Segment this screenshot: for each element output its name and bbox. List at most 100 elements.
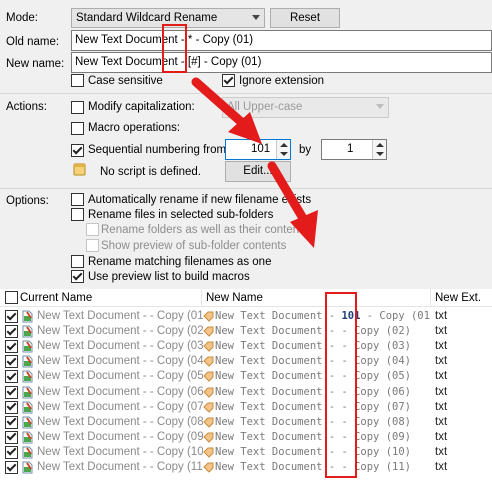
new-ext-cell: txt <box>435 400 448 413</box>
table-row[interactable]: New Text Document - - Copy (09).txt New T… <box>0 430 492 445</box>
table-row[interactable]: New Text Document - - Copy (10).txt New T… <box>0 445 492 460</box>
new-name-prefix: New Text Document - <box>215 445 342 458</box>
row-checkbox[interactable] <box>5 400 18 414</box>
row-checkbox[interactable] <box>5 445 18 459</box>
column-header-new-name[interactable]: New Name <box>202 289 431 307</box>
column-header-current-name[interactable]: Current Name <box>16 289 202 307</box>
file-icon <box>22 431 33 444</box>
table-row[interactable]: New Text Document - - Copy (01).txt New T… <box>0 309 492 324</box>
row-checkbox[interactable] <box>5 340 18 354</box>
new-name-suffix: Copy (07) <box>354 400 411 413</box>
new-ext-cell: txt <box>435 325 448 338</box>
table-row[interactable]: New Text Document - - Copy (07).txt New T… <box>0 400 492 415</box>
rename-tag-icon <box>203 371 214 383</box>
new-name-cell: New Text Document - - Copy (04) <box>215 354 431 369</box>
current-name-cell: New Text Document - - Copy (07).txt <box>37 400 203 413</box>
row-checkbox[interactable] <box>5 355 18 369</box>
row-checkbox[interactable] <box>5 325 18 339</box>
current-name-cell: New Text Document - - Copy (08).txt <box>37 415 203 428</box>
new-name-suffix: Copy (11) <box>354 461 411 473</box>
new-name-suffix: Copy (03) <box>354 340 411 353</box>
new-ext-cell: txt <box>435 355 448 368</box>
rename-tag-icon <box>203 402 214 413</box>
file-icon <box>22 386 33 398</box>
rename-tag-icon <box>203 432 214 443</box>
row-checkbox[interactable] <box>5 415 18 429</box>
new-name-suffix: Copy (06) <box>354 385 411 398</box>
rename-tag-icon <box>203 326 214 337</box>
file-icon <box>22 370 33 383</box>
new-name-cell: New Text Document - - Copy (05) <box>215 369 431 384</box>
row-checkbox[interactable] <box>5 310 18 323</box>
new-name-cell: New Text Document - - Copy (06) <box>215 385 431 400</box>
new-name-prefix: New Text Document - <box>215 415 342 428</box>
current-name-cell: New Text Document - - Copy (06).txt <box>37 385 203 398</box>
row-checkbox[interactable] <box>5 370 18 384</box>
new-name-suffix: Copy (08) <box>354 415 411 428</box>
new-ext-cell: txt <box>435 430 448 443</box>
arrow-annotation-icon <box>191 77 318 248</box>
new-name-prefix: New Text Document - <box>215 340 342 353</box>
rename-tag-icon <box>203 311 214 322</box>
new-ext-cell: txt <box>435 461 448 473</box>
new-name-suffix: Copy (05) <box>354 370 411 383</box>
new-name-cell: New Text Document - - Copy (03) <box>215 339 431 354</box>
new-name-cell: New Text Document - - Copy (07) <box>215 400 431 415</box>
file-icon <box>22 310 33 323</box>
new-name-suffix: Copy (04) <box>354 355 411 368</box>
row-checkbox[interactable] <box>5 385 18 399</box>
file-icon <box>22 416 33 429</box>
table-row[interactable]: New Text Document - - Copy (06).txt New T… <box>0 385 492 400</box>
rename-tag-icon <box>203 341 214 352</box>
current-name-cell: New Text Document - - Copy (11).txt <box>37 461 203 473</box>
new-name-prefix: New Text Document - <box>215 400 342 413</box>
file-list: Current Name New Name New Ext. New Text … <box>0 289 492 500</box>
new-name-cell: New Text Document - - Copy (09) <box>215 430 431 445</box>
table-row[interactable]: New Text Document - - Copy (08).txt New T… <box>0 415 492 430</box>
list-header: Current Name New Name New Ext. <box>0 289 492 307</box>
rename-tag-icon <box>203 462 214 473</box>
current-name-cell: New Text Document - - Copy (05).txt <box>37 370 203 383</box>
new-name-cell: New Text Document - - Copy (02) <box>215 324 431 339</box>
new-ext-cell: txt <box>435 310 448 322</box>
new-name-prefix: New Text Document - <box>215 370 342 383</box>
rename-tag-icon <box>203 447 214 458</box>
new-name-prefix: New Text Document - <box>215 355 342 368</box>
row-checkbox[interactable] <box>5 461 18 474</box>
new-name-prefix: New Text Document - <box>215 430 342 443</box>
table-row[interactable]: New Text Document - - Copy (02).txt New T… <box>0 324 492 339</box>
new-ext-cell: txt <box>435 445 448 458</box>
new-name-suffix: - Copy (01) <box>360 310 431 322</box>
file-icon <box>22 446 33 459</box>
current-name-cell: New Text Document - - Copy (10).txt <box>37 445 203 458</box>
column-header-new-ext[interactable]: New Ext. <box>431 289 492 307</box>
file-icon <box>22 401 33 414</box>
current-name-cell: New Text Document - - Copy (04).txt <box>37 355 203 368</box>
table-row[interactable]: New Text Document - - Copy (03).txt New T… <box>0 339 492 354</box>
new-name-cell: New Text Document - - Copy (08) <box>215 415 431 430</box>
rename-tag-icon <box>203 356 214 368</box>
file-icon <box>22 355 33 368</box>
new-ext-cell: txt <box>435 370 448 383</box>
rename-tag-icon <box>203 387 214 398</box>
new-name-cell: New Text Document - 101 - Copy (01) <box>215 309 431 324</box>
new-ext-cell: txt <box>435 340 448 353</box>
new-ext-cell: txt <box>435 385 448 398</box>
row-checkbox[interactable] <box>5 430 18 444</box>
table-row[interactable]: New Text Document - - Copy (05).txt New T… <box>0 369 492 384</box>
current-name-cell: New Text Document - - Copy (01).txt <box>37 310 203 322</box>
table-row[interactable]: New Text Document - - Copy (11).txt New T… <box>0 460 492 475</box>
new-name-cell: New Text Document - - Copy (10) <box>215 445 431 460</box>
new-name-suffix: Copy (09) <box>354 430 411 443</box>
file-icon <box>22 325 33 338</box>
new-name-prefix: New Text Document - <box>215 310 342 322</box>
table-row[interactable]: New Text Document - - Copy (04).txt New T… <box>0 354 492 369</box>
new-ext-cell: txt <box>435 415 448 428</box>
file-icon <box>22 340 33 353</box>
new-name-prefix: New Text Document - <box>215 385 342 398</box>
current-name-cell: New Text Document - - Copy (02).txt <box>37 325 203 338</box>
new-name-cell: New Text Document - - Copy (11) <box>215 460 431 475</box>
file-icon <box>22 461 33 474</box>
current-name-cell: New Text Document - - Copy (03).txt <box>37 340 203 353</box>
current-name-cell: New Text Document - - Copy (09).txt <box>37 430 203 443</box>
